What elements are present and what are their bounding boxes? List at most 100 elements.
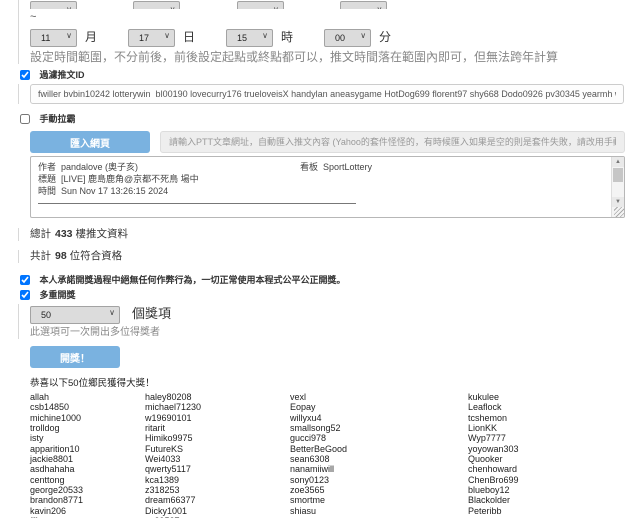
day-unit-label: 日 xyxy=(183,30,195,44)
filter-id-checkbox[interactable] xyxy=(20,70,30,80)
prize-count-block: 50 個獎項 此選項可一次開出多位得獎者 xyxy=(18,304,640,339)
end-minute-select-wrap: 00 xyxy=(324,27,371,47)
winner-name: Blackolder xyxy=(468,495,608,505)
minute-unit-label: 分 xyxy=(379,30,391,44)
import-page-button[interactable]: 匯入網頁 xyxy=(30,131,150,153)
multi-draw-checkbox-row: 多重開獎 xyxy=(20,289,640,301)
time-range-block: ~ 11月17日15時00分 設定時間範圍，不分前後，前後設定起點或終點都可以，… xyxy=(18,0,640,64)
end-day-select-wrap: 17 xyxy=(128,27,175,47)
multi-draw-label: 多重開獎 xyxy=(39,290,75,300)
winner-name: centtong xyxy=(30,475,145,485)
post-time-value: Sun Nov 17 13:26:15 2024 xyxy=(61,186,168,196)
prize-count-select-wrap: 50 xyxy=(30,304,120,324)
winner-name: michael71230 xyxy=(145,402,290,412)
filter-id-checkbox-row: 過濾推文ID xyxy=(20,69,640,81)
winner-name: asdhahaha xyxy=(30,464,145,474)
prize-count-select[interactable]: 50 xyxy=(30,306,120,324)
prize-count-row: 50 個獎項 xyxy=(30,304,640,324)
winner-name: ritarit xyxy=(145,423,290,433)
winner-name: nanamiiwill xyxy=(290,464,468,474)
filter-id-label: 過濾推文ID xyxy=(39,70,84,80)
winners-grid: allahcsb14850michine1000trolldogistyappa… xyxy=(30,392,640,518)
range-tilde: ~ xyxy=(30,11,640,23)
total-suffix: 樓推文資料 xyxy=(75,228,128,240)
results-heading: 恭喜以下50位鄉民獲得大獎！ xyxy=(30,378,640,390)
time-row-start xyxy=(30,0,640,9)
winner-name: Leaflock xyxy=(468,402,608,412)
qualified-value: 98 xyxy=(55,250,67,262)
prize-unit-label: 個獎項 xyxy=(132,306,171,321)
end-hour-select[interactable]: 15 xyxy=(226,29,273,47)
manual-copy-checkbox-row: 手動拉霸 xyxy=(20,113,640,125)
scrollbar-thumb[interactable] xyxy=(613,168,623,182)
end-month-select-wrap: 11 xyxy=(30,27,77,47)
start-month-select[interactable] xyxy=(30,1,77,9)
manual-copy-checkbox[interactable] xyxy=(20,114,30,124)
post-content-textarea[interactable]: 作者pandalove (奧子亥) 看板SportLottery 標題[LIVE… xyxy=(30,156,625,218)
textarea-resize-grip[interactable] xyxy=(614,207,624,217)
prize-count-note: 此選項可一次開出多位得獎者 xyxy=(30,327,640,339)
winner-name: z318253 xyxy=(145,485,290,495)
end-month-select[interactable]: 11 xyxy=(30,29,77,47)
winner-name: Eopay xyxy=(290,402,468,412)
post-author-line: 作者pandalove (奧子亥) 看板SportLottery xyxy=(38,161,606,173)
winner-name: Wei4033 xyxy=(145,454,290,464)
ptt-url-input[interactable] xyxy=(160,131,625,153)
winner-name: qwerty5117 xyxy=(145,464,290,474)
winner-name: sony0123 xyxy=(290,475,468,485)
multi-draw-checkbox[interactable] xyxy=(20,290,30,300)
post-title-line: 標題 [LIVE] 鹿島鹿角@京都不死鳥 場中 xyxy=(38,173,606,185)
winner-name: kukulee xyxy=(468,392,608,402)
qualified-line: 共計98 位符合資格 xyxy=(30,250,640,263)
winner-name: Himiko9975 xyxy=(145,433,290,443)
winner-name: george20533 xyxy=(30,485,145,495)
post-board-group: 看板 SportLottery xyxy=(300,161,372,173)
winner-name: jackie8801 xyxy=(30,454,145,464)
winner-name: dream66377 xyxy=(145,495,290,505)
winner-name: allah xyxy=(30,392,145,402)
winner-name: blueboy12 xyxy=(468,485,608,495)
qualified-label: 共計 xyxy=(30,250,51,262)
post-title-value: [LIVE] 鹿島鹿角@京都不死鳥 場中 xyxy=(61,174,199,184)
post-divider xyxy=(38,203,356,204)
winners-column-2: haley80208michael71230w19690101ritaritHi… xyxy=(145,392,290,518)
winner-name: trolldog xyxy=(30,423,145,433)
time-row-end: 11月17日15時00分 xyxy=(30,27,640,47)
winner-name: chenhoward xyxy=(468,464,608,474)
winner-name: willyxu4 xyxy=(290,413,468,423)
start-minute-select-wrap xyxy=(340,0,387,9)
winner-name: csb14850 xyxy=(30,402,145,412)
winner-name: smallsong52 xyxy=(290,423,468,433)
winner-name: kavin206 xyxy=(30,506,145,516)
winner-name: BetterBeGood xyxy=(290,444,468,454)
post-author-value: pandalove (奧子亥) xyxy=(61,162,138,172)
post-board-label: 看板 xyxy=(300,162,318,172)
end-day-select[interactable]: 17 xyxy=(128,29,175,47)
post-title-label: 標題 xyxy=(38,174,56,184)
pledge-checkbox[interactable] xyxy=(20,275,30,285)
winner-name: michine1000 xyxy=(30,413,145,423)
winner-name: isty xyxy=(30,433,145,443)
total-label: 總計 xyxy=(30,228,51,240)
end-minute-select[interactable]: 00 xyxy=(324,29,371,47)
winner-name: FutureKS xyxy=(145,444,290,454)
start-minute-select[interactable] xyxy=(340,1,387,9)
winner-name: Wyp7777 xyxy=(468,433,608,443)
winner-name: Quooker xyxy=(468,454,608,464)
start-hour-select-wrap xyxy=(237,0,284,9)
winner-name: kca1389 xyxy=(145,475,290,485)
scrollbar-up-icon[interactable]: ▲ xyxy=(612,157,624,167)
start-hour-select[interactable] xyxy=(237,1,284,9)
total-comments-block: 總計433 樓推文資料 xyxy=(18,228,640,241)
manual-copy-label: 手動拉霸 xyxy=(39,114,75,124)
scrollbar-down-icon[interactable]: ▼ xyxy=(612,197,624,207)
filter-id-input[interactable] xyxy=(30,84,624,104)
start-day-select-wrap xyxy=(133,0,180,9)
winner-name: zoe3565 xyxy=(290,485,468,495)
post-board-value: SportLottery xyxy=(323,162,372,172)
winner-name: vexl xyxy=(290,392,468,402)
draw-button[interactable]: 開獎！ xyxy=(30,346,120,368)
winner-name: LionKK xyxy=(468,423,608,433)
winner-name: ChenBro699 xyxy=(468,475,608,485)
start-day-select[interactable] xyxy=(133,1,180,9)
